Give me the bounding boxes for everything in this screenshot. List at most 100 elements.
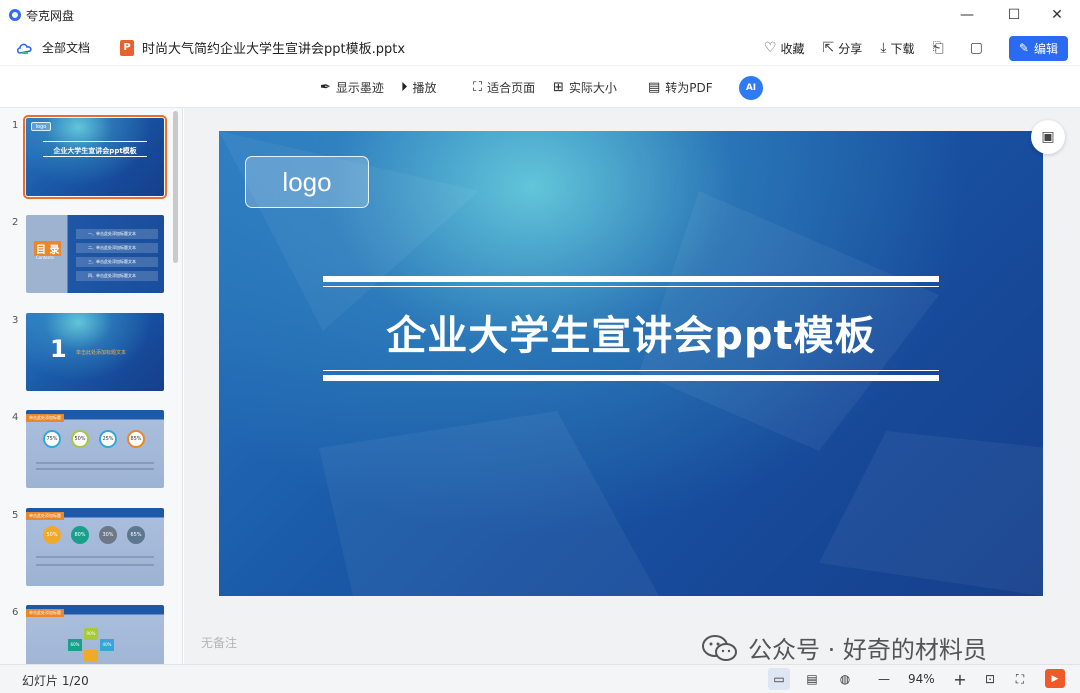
thumb-hex: 40%: [100, 639, 114, 651]
thumb-circle: 80%: [71, 526, 89, 544]
comment-button[interactable]: ▢: [970, 40, 987, 56]
thumb-logo: logo: [31, 122, 51, 131]
all-docs-link[interactable]: 全部文档: [16, 39, 90, 56]
to-pdf-label: 转为PDF: [665, 81, 713, 95]
thumbnail-slide-2[interactable]: 目 录 Contents 一、单击此处添加标题文本 二、单击此处添加标题文本 三…: [26, 215, 164, 293]
zoom-in-button[interactable]: +: [949, 668, 971, 690]
play-label: 播放: [412, 81, 437, 95]
slideshow-play-button[interactable]: ▶: [1045, 669, 1065, 688]
title-bar: 夸克网盘 — ☐ ✕: [0, 0, 1080, 30]
normal-view-icon: ▭: [773, 672, 785, 686]
thumb-circle: 30%: [99, 526, 117, 544]
share-icon: ⇱: [822, 40, 835, 56]
export-button[interactable]: ⎗: [932, 40, 947, 56]
fit-page-label: 适合页面: [487, 81, 536, 95]
thumb-hex: 90%: [84, 628, 98, 640]
status-bar: 幻灯片 1/20 ▭ ▤ ◍ — 94% + ⊡ ⛶: [0, 664, 1080, 693]
share-button[interactable]: ⇱ 分享: [823, 40, 863, 57]
export-icon: ⎗: [932, 40, 944, 56]
thumbnail-number: 6: [12, 607, 19, 618]
ai-assistant-button[interactable]: AI: [739, 76, 763, 100]
zoom-level: 94%: [908, 672, 935, 686]
download-button[interactable]: ⤓ 下载: [880, 40, 914, 57]
web-view-button[interactable]: ◍: [834, 668, 856, 690]
download-label: 下载: [890, 41, 915, 56]
minimize-button[interactable]: —: [944, 0, 990, 30]
thumbnail-slide-4[interactable]: 单击此处添加标题 75% 50% 25% 85%: [26, 410, 164, 488]
pptx-file-icon: P: [120, 39, 135, 56]
close-button[interactable]: ✕: [1034, 0, 1080, 30]
actual-size-label: 实际大小: [568, 81, 617, 95]
thumbnail-slide-5[interactable]: 单击此处添加标题 50% 80% 30% 65%: [26, 508, 164, 586]
thumb-item: 三、单击此处添加标题文本: [76, 257, 158, 267]
fullscreen-button[interactable]: ⛶: [1009, 668, 1031, 690]
wechat-icon: [702, 634, 737, 661]
thumb-hex: [84, 650, 98, 662]
thumb-circle: 50%: [71, 430, 89, 448]
slide-title-line-top: [323, 276, 939, 282]
slide-tools-button[interactable]: ▣: [1031, 120, 1065, 154]
thumb-text-line: [36, 462, 154, 464]
play-button[interactable]: ⏵ 播放: [401, 67, 437, 108]
fit-page-icon: ⛶: [473, 80, 483, 95]
file-title: P 时尚大气简约企业大学生宣讲会ppt模板.pptx: [120, 38, 405, 57]
favorite-button[interactable]: ♡ 收藏: [764, 40, 805, 57]
slide-title-line-bottom-thin: [323, 370, 939, 371]
globe-icon: ◍: [839, 672, 851, 686]
app-name: 夸克网盘: [26, 8, 75, 23]
thumb-text-line: [36, 468, 154, 470]
share-label: 分享: [838, 41, 863, 56]
ink-pen-icon: ✒: [320, 80, 331, 95]
all-docs-label: 全部文档: [42, 41, 91, 55]
thumb-tag: 单击此处添加标题: [26, 512, 64, 520]
download-icon: ⤓: [880, 40, 887, 56]
normal-view-button[interactable]: ▭: [768, 668, 790, 690]
actual-size-button[interactable]: ⊞ 实际大小: [553, 67, 617, 108]
cloud-icon: [16, 43, 32, 54]
thumb-item: 一、单击此处添加标题文本: [76, 229, 158, 239]
notes-view-button[interactable]: ▤: [801, 668, 823, 690]
show-ink-button[interactable]: ✒ 显示墨迹: [320, 67, 384, 108]
thumbnail-sidebar: 1 logo 企业大学生宣讲会ppt模板 2 目 录 Contents 一、单击…: [0, 108, 183, 664]
thumb-circle: 65%: [127, 526, 145, 544]
quark-logo-icon: [9, 9, 21, 21]
thumb-line: [43, 141, 147, 142]
thumb-item: 四、单击此处添加标题文本: [76, 271, 158, 281]
sidebar-scrollbar[interactable]: [173, 111, 178, 263]
current-slide: logo 企业大学生宣讲会ppt模板: [219, 131, 1043, 596]
thumbnail-slide-6[interactable]: 单击此处添加标题 90% 60% 40%: [26, 605, 164, 664]
thumb-title: 企业大学生宣讲会ppt模板: [53, 147, 137, 155]
thumb-line: [43, 156, 147, 157]
maximize-button[interactable]: ☐: [991, 0, 1037, 30]
comment-icon: ▢: [969, 40, 983, 56]
watermark: 公众号 · 好奇的材料员: [700, 630, 987, 665]
fit-page-button[interactable]: ⛶ 适合页面: [473, 67, 535, 108]
thumb-text-line: [36, 556, 154, 558]
play-circle-icon: ⏵: [401, 80, 408, 95]
notes-icon: ▤: [806, 672, 818, 686]
favorite-label: 收藏: [780, 41, 805, 56]
notes-placeholder[interactable]: 无备注: [201, 634, 237, 651]
slide-facet: [819, 431, 1043, 596]
watermark-text: 公众号 · 好奇的材料员: [748, 636, 987, 664]
thumb-tag: 单击此处添加标题: [26, 414, 64, 422]
viewer-toolbar: ✒ 显示墨迹 ⏵ 播放 ⛶ 适合页面 ⊞ 实际大小 ▤ 转为PDF: [0, 67, 1080, 108]
edit-button[interactable]: ✎ 编辑: [1008, 35, 1068, 61]
thumbnail-slide-1[interactable]: logo 企业大学生宣讲会ppt模板: [23, 115, 167, 199]
slide-title-line-bottom: [323, 375, 939, 381]
show-ink-label: 显示墨迹: [335, 81, 384, 95]
to-pdf-button[interactable]: ▤ 转为PDF: [648, 67, 713, 108]
thumb-item: 二、单击此处添加标题文本: [76, 243, 158, 253]
zoom-out-button[interactable]: —: [873, 668, 895, 690]
thumb-text: 单击此处添加标题文本: [76, 350, 127, 356]
slide-title-line-top-thin: [323, 286, 939, 287]
notes-panel-icon: ▣: [1041, 129, 1055, 145]
file-name: 时尚大气简约企业大学生宣讲会ppt模板.pptx: [142, 42, 406, 57]
thumb-circle: 50%: [43, 526, 61, 544]
pen-icon: ✎: [1018, 41, 1029, 55]
fit-window-button[interactable]: ⊡: [979, 668, 1001, 690]
thumb-circle: 75%: [43, 430, 61, 448]
thumb-big-number: 1: [50, 335, 67, 363]
thumbnail-slide-3[interactable]: 1 单击此处添加标题文本: [26, 313, 164, 391]
pdf-icon: ▤: [648, 80, 661, 95]
